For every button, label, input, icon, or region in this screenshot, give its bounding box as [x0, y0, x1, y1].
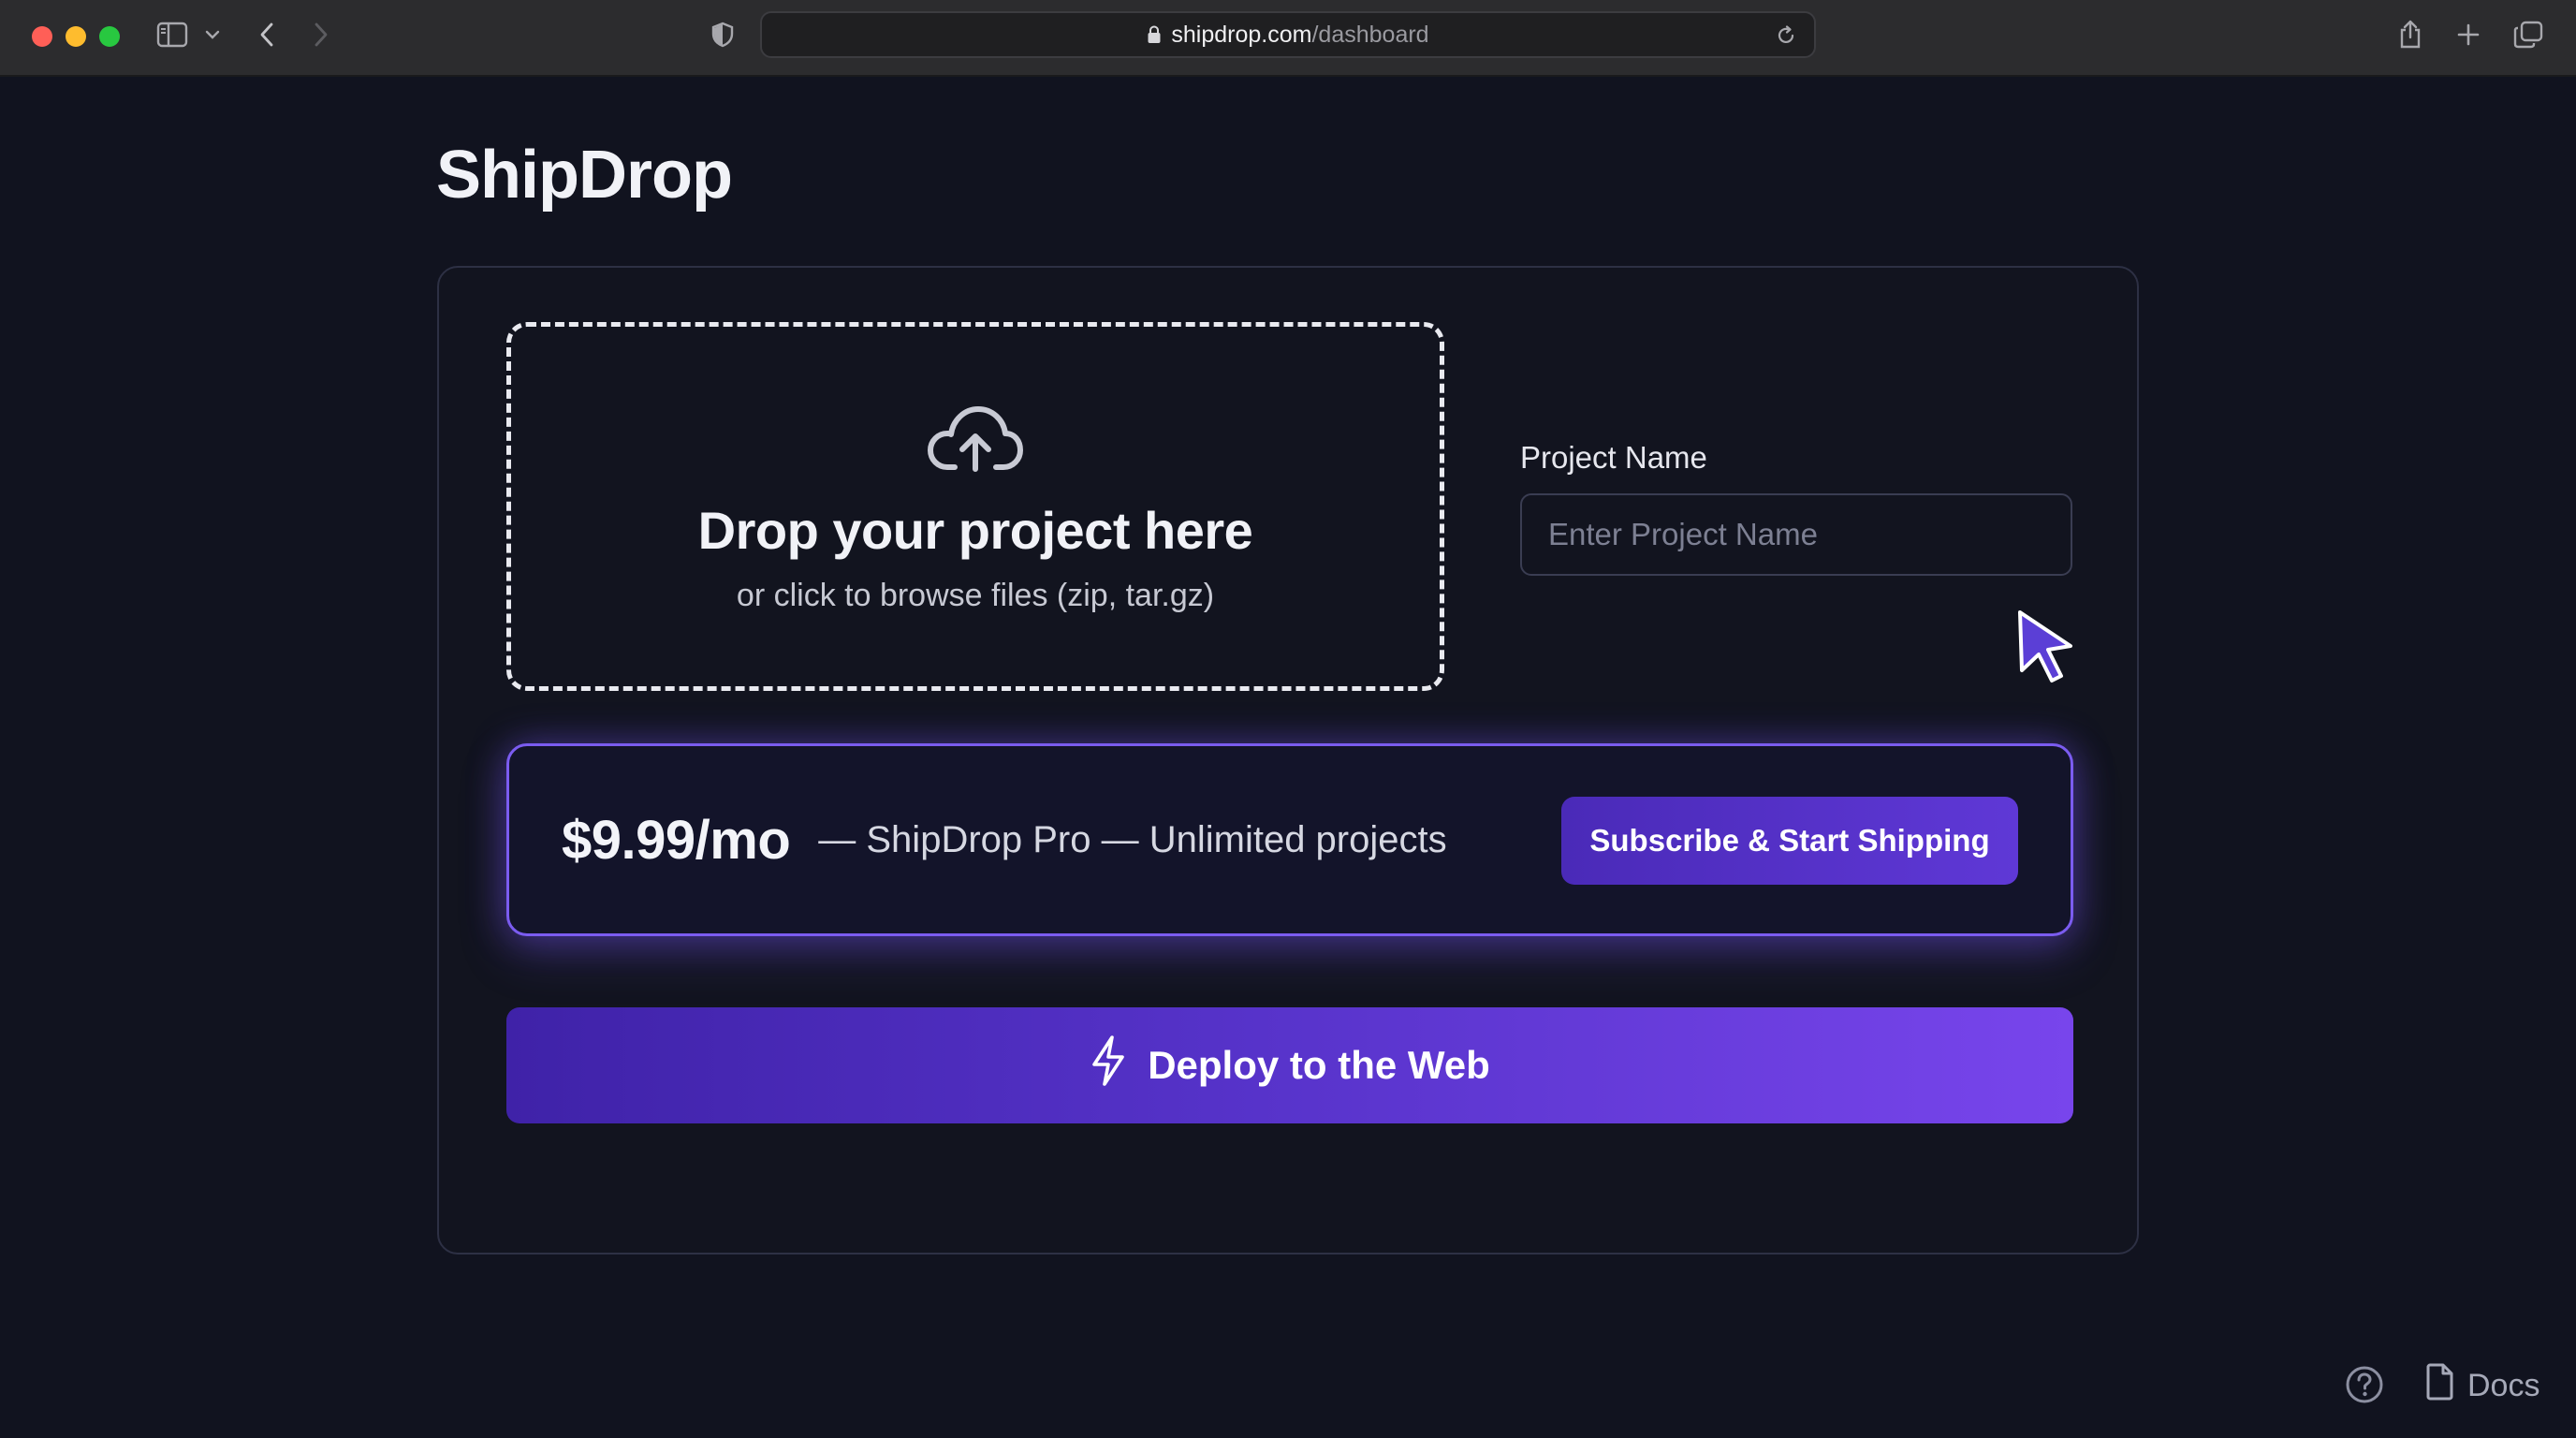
pricing-panel: $9.99/mo — ShipDrop Pro — Unlimited proj… — [506, 743, 2073, 936]
share-icon[interactable] — [2396, 17, 2424, 52]
window-controls — [32, 26, 120, 47]
project-name-label: Project Name — [1520, 440, 1707, 475]
file-dropzone[interactable]: Drop your project here or click to brows… — [506, 322, 1444, 691]
browser-toolbar: shipdrop.com/dashboard — [0, 0, 2576, 77]
address-bar[interactable]: shipdrop.com/dashboard — [760, 11, 1816, 58]
url-path: /dashboard — [1311, 21, 1429, 48]
tabs-icon[interactable] — [2512, 17, 2544, 52]
shield-icon[interactable] — [710, 17, 736, 52]
zoom-window-button[interactable] — [99, 26, 120, 47]
sidebar-icon[interactable] — [154, 17, 191, 52]
forward-icon[interactable] — [309, 17, 333, 52]
subscribe-button[interactable]: Subscribe & Start Shipping — [1561, 797, 2018, 885]
deploy-button[interactable]: Deploy to the Web — [506, 1007, 2073, 1123]
deploy-button-label: Deploy to the Web — [1148, 1043, 1490, 1087]
docs-link[interactable]: Docs — [2424, 1363, 2539, 1409]
price-amount: $9.99/mo — [562, 809, 791, 871]
back-icon[interactable] — [255, 17, 279, 52]
help-icon[interactable] — [2345, 1365, 2384, 1409]
deploy-card: Drop your project here or click to brows… — [437, 266, 2139, 1255]
minimize-window-button[interactable] — [66, 26, 86, 47]
plan-description: — ShipDrop Pro — Unlimited projects — [818, 818, 1447, 860]
lightning-icon — [1090, 1034, 1127, 1096]
url-host: shipdrop.com — [1171, 21, 1312, 48]
chevron-down-icon[interactable] — [202, 17, 223, 52]
reload-icon[interactable] — [1775, 24, 1797, 47]
cloud-upload-icon — [927, 402, 1024, 481]
dropzone-title: Drop your project here — [697, 501, 1253, 560]
lock-icon — [1147, 25, 1162, 44]
project-name-input[interactable] — [1520, 493, 2072, 576]
close-window-button[interactable] — [32, 26, 52, 47]
plus-icon[interactable] — [2454, 17, 2482, 52]
dropzone-subtitle: or click to browse files (zip, tar.gz) — [736, 578, 1215, 613]
app-title: ShipDrop — [436, 138, 733, 213]
mouse-cursor-icon — [2014, 609, 2076, 688]
dashboard-page: ShipDrop Drop your project here or click… — [0, 79, 2576, 1438]
docs-label: Docs — [2467, 1368, 2540, 1403]
document-icon — [2424, 1363, 2454, 1409]
